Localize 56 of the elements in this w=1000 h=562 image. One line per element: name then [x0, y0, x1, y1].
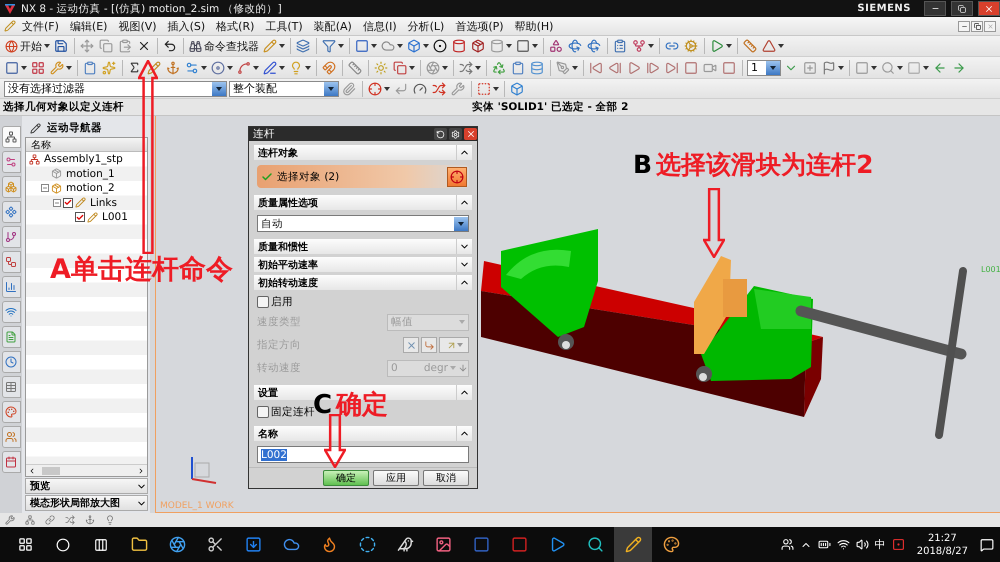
- checkbox-label: 启用: [271, 295, 293, 310]
- section-title: 质量和惯性: [258, 240, 308, 254]
- cue-prompt: 选择几何对象以定义连杆: [2, 100, 125, 114]
- section-title: 名称: [258, 428, 278, 441]
- status-text: 实体 'SOLID1' 已选定 - 全部 2: [472, 100, 628, 114]
- dialog-title: 连杆: [253, 127, 275, 142]
- menu-item[interactable]: 视图(V): [113, 18, 162, 34]
- menu-item[interactable]: 信息(I): [358, 18, 402, 34]
- menu-item[interactable]: 编辑(E): [64, 18, 112, 34]
- selection-filter-dropdown[interactable]: 没有选择过滤器: [4, 80, 227, 96]
- menu-item[interactable]: 格式(R): [211, 18, 260, 34]
- ok-button[interactable]: 确定: [323, 470, 369, 486]
- navigator-title: 运动导航器: [47, 121, 102, 135]
- taskbar-clock[interactable]: 21:27 2018/8/27: [916, 532, 968, 558]
- window-title: NX 8 - 运动仿真 - [(仿真) motion_2.sim （修改的）]: [21, 2, 282, 16]
- menu-item[interactable]: 帮助(H): [510, 18, 558, 34]
- menu-item[interactable]: 分析(L): [402, 18, 450, 34]
- menu-item[interactable]: 文件(F): [17, 18, 64, 34]
- annotation-text: C确定: [313, 391, 388, 420]
- name-field[interactable]: L002: [257, 446, 469, 464]
- view-label: MODEL_1 WORK: [160, 501, 234, 511]
- link-label: L001: [981, 265, 1000, 274]
- section-title: 质量属性选项: [258, 196, 318, 210]
- field-label: 转动速度: [257, 361, 301, 376]
- panel-title: 模态形状局部放大图: [30, 496, 120, 510]
- dialog-button[interactable]: 应用: [373, 470, 419, 486]
- tree-item-label[interactable]: motion_2: [64, 182, 115, 194]
- panel-title: 预览: [30, 480, 50, 493]
- tree-item-label[interactable]: Assembly1_stp: [42, 153, 123, 166]
- tree-item-label[interactable]: motion_1: [64, 168, 115, 180]
- mass-option-dropdown[interactable]: 自动: [257, 215, 469, 232]
- brand-name: SIEMENS: [857, 3, 911, 14]
- dialog-button[interactable]: 取消: [423, 470, 469, 486]
- section-title: 初始转动速度: [258, 276, 318, 290]
- field-label: 指定方向: [257, 338, 301, 352]
- selection-label: 选择对象 (2): [277, 170, 340, 184]
- section-title: 连杆对象: [258, 146, 298, 160]
- menu-item[interactable]: 工具(T): [260, 18, 308, 34]
- frame-dropdown[interactable]: 1: [747, 60, 781, 76]
- tree-item-label[interactable]: Links: [88, 196, 117, 209]
- annotation-text: B 选择该滑块为连杆2: [633, 151, 874, 178]
- menu-item[interactable]: 首选项(P): [450, 18, 509, 34]
- input-method-indicator[interactable]: 中: [874, 537, 886, 552]
- panel-header[interactable]: 模态形状局部放大图: [25, 495, 148, 511]
- section-title: 设置: [258, 386, 278, 400]
- column-header: 名称: [26, 138, 147, 152]
- checkbox-label: 固定连杆: [271, 406, 315, 420]
- selection-scope-dropdown[interactable]: 整个装配: [229, 80, 339, 96]
- menu-item[interactable]: 插入(S): [162, 18, 210, 34]
- field-label: 速度类型: [257, 315, 301, 330]
- section-title: 初始平动速率: [258, 258, 318, 272]
- tree-item-label[interactable]: L001: [100, 211, 128, 224]
- panel-header[interactable]: 预览: [25, 478, 148, 494]
- menu-item[interactable]: 装配(A): [308, 18, 357, 34]
- command-finder-button[interactable]: 命令查找器: [188, 37, 260, 55]
- start-button[interactable]: 开始: [4, 37, 51, 55]
